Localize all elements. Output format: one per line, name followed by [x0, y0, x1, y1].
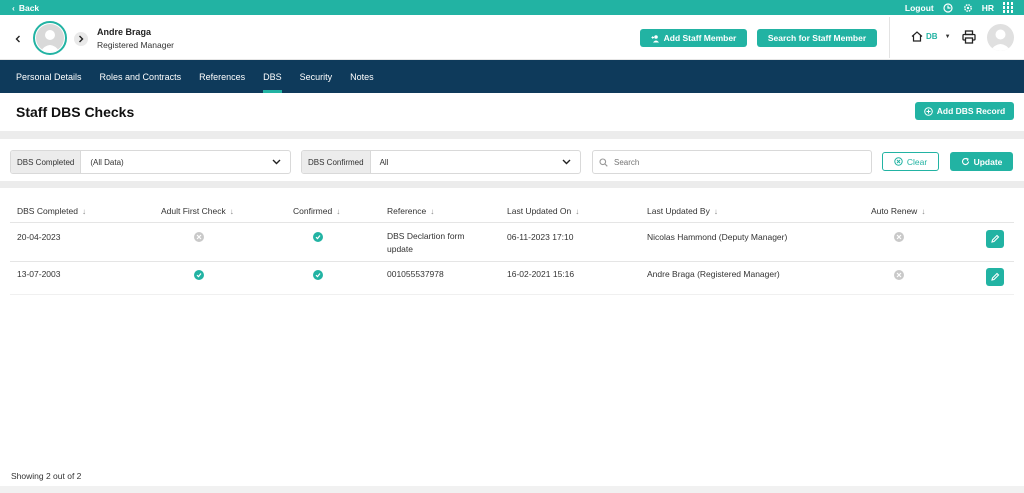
search-staff-member-button[interactable]: Search for Staff Member	[757, 29, 877, 47]
printer-icon[interactable]	[962, 30, 976, 46]
chevron-left-icon	[15, 35, 20, 43]
column-header-dbs-completed[interactable]: DBS Completed ↓	[17, 206, 86, 216]
column-header-reference[interactable]: Reference ↓	[387, 206, 434, 216]
dbs-confirmed-filter[interactable]: DBS Confirmed All	[301, 150, 581, 174]
pagination-summary: Showing 2 out of 2	[11, 471, 82, 481]
table-divider	[10, 294, 1014, 295]
chevron-right-icon	[79, 35, 84, 43]
add-dbs-record-button[interactable]: Add DBS Record	[915, 102, 1014, 120]
cross-icon	[894, 270, 904, 280]
page-header: Staff DBS Checks Add DBS Record	[0, 93, 1024, 131]
apps-grid-icon[interactable]	[1002, 2, 1014, 14]
tab-roles-and-contracts[interactable]: Roles and Contracts	[100, 60, 182, 93]
dbs-confirmed-label: DBS Confirmed	[302, 151, 371, 173]
previous-staff-button[interactable]	[11, 32, 25, 46]
plus-circle-icon	[923, 106, 933, 116]
column-header-adult-first-check[interactable]: Adult First Check ↓	[161, 206, 234, 216]
search-input[interactable]	[614, 157, 854, 167]
cell-last-updated-on: 16-02-2021 15:16	[507, 269, 575, 279]
user-avatar[interactable]	[987, 24, 1014, 51]
home-icon	[911, 31, 923, 42]
table-divider	[10, 222, 1014, 223]
filter-bar: DBS Completed (All Data) DBS Confirmed A…	[0, 139, 1024, 181]
chevron-left-icon: ‹	[12, 2, 15, 13]
edit-button[interactable]	[986, 268, 1004, 286]
clear-button[interactable]: Clear	[882, 152, 939, 171]
search-box[interactable]	[592, 150, 872, 174]
section-divider	[0, 181, 1024, 188]
staff-role: Registered Manager	[97, 40, 175, 50]
sort-icon: ↓	[921, 206, 926, 216]
caret-down-icon: ▼	[944, 33, 951, 40]
chevron-down-icon	[272, 159, 281, 165]
update-button[interactable]: Update	[950, 152, 1013, 171]
sort-icon: ↓	[229, 206, 234, 216]
staff-name: Andre Braga	[97, 27, 152, 37]
table-divider	[10, 261, 1014, 262]
column-header-auto-renew[interactable]: Auto Renew ↓	[871, 206, 925, 216]
logout-icon[interactable]	[942, 2, 954, 14]
sort-icon: ↓	[81, 206, 86, 216]
dbs-completed-value: (All Data)	[90, 157, 124, 167]
edit-button[interactable]	[986, 230, 1004, 248]
section-divider	[0, 131, 1024, 139]
column-header-last-updated-on[interactable]: Last Updated On ↓	[507, 206, 579, 216]
staff-nav-tabs: Personal Details Roles and Contracts Ref…	[0, 60, 1024, 93]
cross-icon	[194, 232, 204, 242]
logout-link[interactable]: Logout	[905, 3, 934, 13]
add-staff-member-button[interactable]: Add Staff Member	[640, 29, 747, 47]
top-bar: ‹ Back Logout HR	[0, 0, 1024, 15]
next-staff-button[interactable]	[74, 32, 88, 46]
chevron-down-icon	[562, 159, 571, 165]
tab-personal-details[interactable]: Personal Details	[16, 60, 82, 93]
pencil-icon	[991, 234, 1000, 243]
search-icon	[599, 157, 608, 167]
check-icon	[313, 270, 323, 280]
location-code: DB	[926, 32, 938, 41]
user-initials[interactable]: HR	[982, 3, 994, 13]
dbs-confirmed-value: All	[379, 157, 389, 167]
user-plus-icon	[651, 34, 659, 42]
profile-bar: Andre Braga Registered Manager Add Staff…	[0, 15, 1024, 60]
cell-reference: DBS Declartion form	[387, 231, 465, 241]
cell-dbs-completed: 13-07-2003	[17, 269, 61, 279]
refresh-icon	[961, 157, 969, 165]
tab-references[interactable]: References	[199, 60, 245, 93]
sort-icon: ↓	[575, 206, 580, 216]
cross-icon	[894, 232, 904, 242]
cell-reference: 001055537978	[387, 269, 444, 279]
cell-dbs-completed: 20-04-2023	[17, 232, 61, 242]
cell-reference-line2: update	[387, 244, 413, 254]
check-icon	[194, 270, 204, 280]
tab-security[interactable]: Security	[300, 60, 333, 93]
back-link[interactable]: ‹ Back	[12, 3, 39, 13]
back-label: Back	[18, 2, 40, 13]
pencil-icon	[991, 272, 1000, 281]
tab-notes[interactable]: Notes	[350, 60, 374, 93]
location-selector[interactable]: DB ▼	[911, 31, 951, 42]
column-header-last-updated-by[interactable]: Last Updated By ↓	[647, 206, 718, 216]
clear-icon	[894, 157, 903, 166]
dbs-completed-filter[interactable]: DBS Completed (All Data)	[10, 150, 291, 174]
avatar[interactable]	[33, 21, 67, 55]
gear-icon[interactable]	[962, 2, 974, 14]
cell-last-updated-by: Andre Braga (Registered Manager)	[647, 269, 780, 279]
cell-last-updated-by: Nicolas Hammond (Deputy Manager)	[647, 232, 788, 242]
sort-icon: ↓	[336, 206, 341, 216]
check-icon	[313, 232, 323, 242]
divider	[889, 17, 890, 58]
cell-last-updated-on: 06-11-2023 17:10	[507, 232, 574, 242]
column-header-confirmed[interactable]: Confirmed ↓	[293, 206, 340, 216]
sort-icon: ↓	[713, 206, 718, 216]
dbs-completed-label: DBS Completed	[11, 151, 82, 173]
page-title: Staff DBS Checks	[16, 104, 135, 120]
page-footer-band	[0, 486, 1024, 493]
tab-dbs[interactable]: DBS	[263, 60, 282, 93]
sort-icon: ↓	[430, 206, 435, 216]
